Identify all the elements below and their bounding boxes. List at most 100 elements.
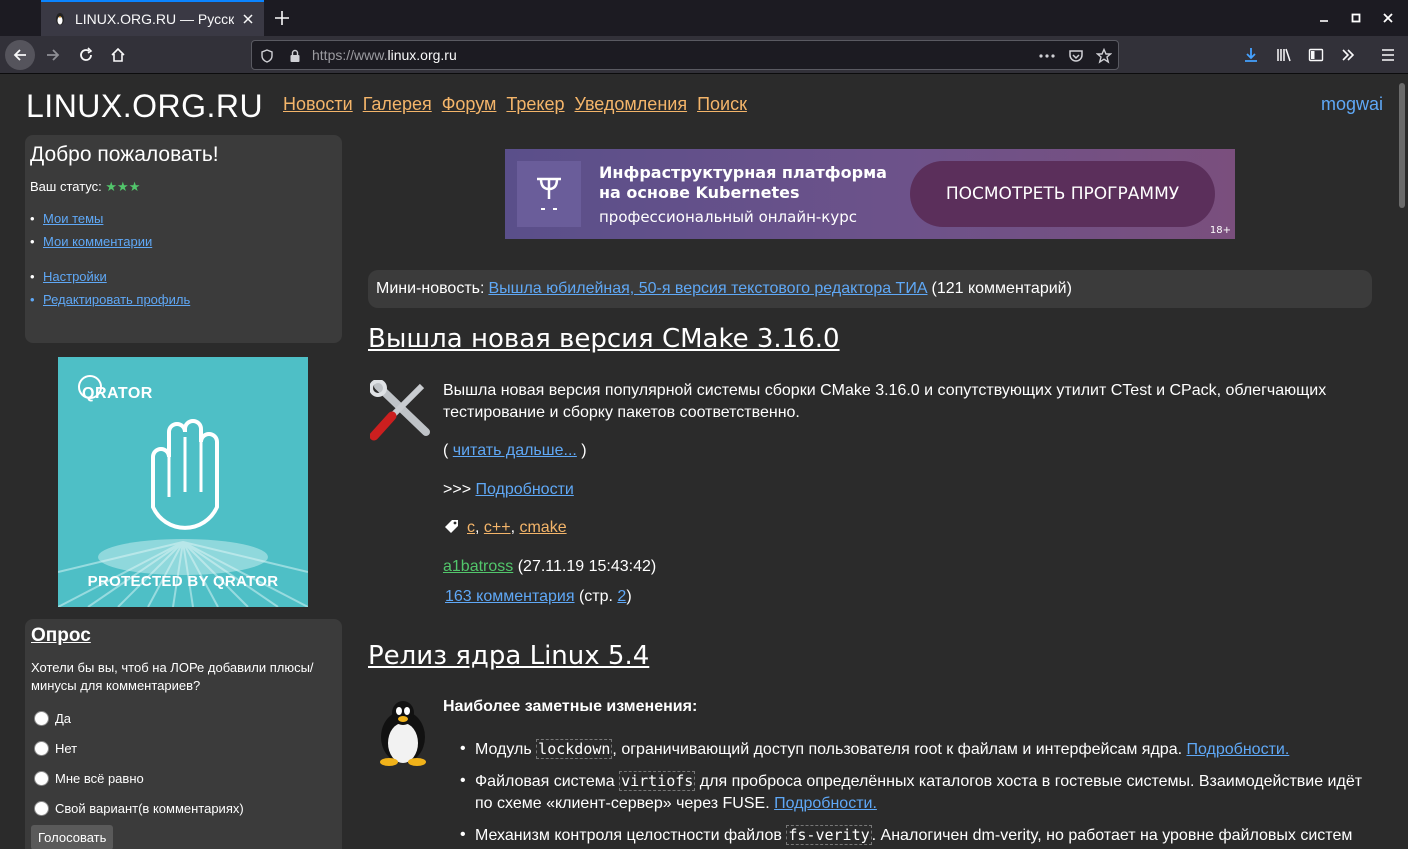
nav-link-gallery[interactable]: Галерея <box>363 94 432 115</box>
shield-icon[interactable] <box>258 47 276 65</box>
url-bar[interactable]: https://www.linux.org.ru <box>251 40 1119 70</box>
mini-news-label: Мини-новость: <box>376 280 485 297</box>
vote-button[interactable]: Голосовать <box>31 825 114 849</box>
browser-nav-bar: https://www.linux.org.ru <box>0 36 1408 74</box>
mini-news-bar: Мини-новость: Вышла юбилейная, 50-я верс… <box>368 270 1372 308</box>
my-comments-link[interactable]: Мои комментарии <box>43 234 152 249</box>
poll-option[interactable]: Свой вариант(в комментариях) <box>31 793 336 823</box>
poll-option[interactable]: Да <box>31 703 336 733</box>
qrator-ad-banner[interactable]: QRATOR PROTECTED BY QRATOR <box>58 357 308 607</box>
tag-icon <box>445 520 458 533</box>
bookmark-star-icon[interactable] <box>1095 47 1113 65</box>
tux-favicon-icon <box>56 13 64 25</box>
pocket-icon[interactable] <box>1067 47 1085 65</box>
minimize-icon[interactable] <box>1316 10 1332 26</box>
article-title[interactable]: Релиз ядра Linux 5.4 <box>368 641 649 671</box>
page-scrollbar[interactable] <box>1396 75 1408 849</box>
tag-link[interactable]: cmake <box>519 519 566 536</box>
article-summary: Вышла новая версия популярной системы сб… <box>443 382 1327 421</box>
forward-arrow-icon[interactable] <box>38 40 68 70</box>
banner-subtitle: профессиональный онлайн-курс <box>599 208 858 226</box>
comments-link[interactable]: 163 комментария <box>445 588 575 605</box>
web-page: LINUX.ORG.RU Новости Галерея Форум Треке… <box>0 75 1396 849</box>
qrator-brand: QRATOR <box>82 385 153 402</box>
user-profile-link[interactable]: mogwai <box>1321 94 1383 115</box>
radio-button[interactable] <box>34 770 49 786</box>
course-logo-icon <box>517 161 581 227</box>
maximize-icon[interactable] <box>1348 10 1364 26</box>
list-item: Файловая система virtiofs для проброса о… <box>443 770 1373 815</box>
course-ad-banner[interactable]: Инфраструктурная платформа на основе Kub… <box>505 149 1235 239</box>
poll-panel: Опрос Хотели бы вы, чтоб на ЛОРе добавил… <box>25 619 342 849</box>
details-line: >>> Подробности <box>443 481 574 498</box>
overflow-chevrons-icon[interactable] <box>1333 40 1363 70</box>
read-more: ( читать дальше... ) <box>443 442 587 459</box>
radio-button[interactable] <box>34 740 49 756</box>
poll-title[interactable]: Опрос <box>31 625 336 647</box>
qrator-footer: PROTECTED BY QRATOR <box>87 573 279 590</box>
page-actions-dots-icon[interactable] <box>1038 47 1056 65</box>
my-topics-link[interactable]: Мои темы <box>43 211 103 226</box>
home-icon[interactable] <box>103 40 133 70</box>
new-tab-plus-icon[interactable] <box>270 6 294 30</box>
welcome-title: Добро пожаловать! <box>30 143 219 166</box>
site-logo[interactable]: LINUX.ORG.RU <box>26 88 263 125</box>
nav-link-search[interactable]: Поиск <box>697 94 747 115</box>
poll-question: Хотели бы вы, чтоб на ЛОРе добавили плюс… <box>31 660 314 693</box>
nav-link-news[interactable]: Новости <box>283 94 353 115</box>
details-link[interactable]: Подробности. <box>774 795 877 812</box>
age-rating-badge: 18+ <box>1209 225 1231 236</box>
mini-news-link[interactable]: Вышла юбилейная, 50-я версия текстового … <box>488 280 927 298</box>
changes-list: Модуль lockdown, ограничивающий доступ п… <box>443 738 1373 849</box>
library-icon[interactable] <box>1269 40 1299 70</box>
close-window-icon[interactable] <box>1380 10 1396 26</box>
tag-link[interactable]: c <box>467 519 475 536</box>
code-snippet: lockdown <box>536 739 613 759</box>
settings-link[interactable]: Настройки <box>43 269 107 284</box>
url-text: https://www.linux.org.ru <box>312 47 457 63</box>
close-tab-icon[interactable] <box>240 11 256 27</box>
download-icon[interactable] <box>1236 40 1266 70</box>
changes-heading: Наиболее заметные изменения: <box>443 698 698 715</box>
poll-option[interactable]: Нет <box>31 733 336 763</box>
details-link[interactable]: Подробности. <box>1187 741 1290 758</box>
sidebar-toggle-icon[interactable] <box>1301 40 1331 70</box>
browser-tab[interactable]: LINUX.ORG.RU — Русская информация об ОС … <box>41 0 264 36</box>
post-date: (27.11.19 15:43:42) <box>517 558 657 575</box>
code-snippet: fs-verity <box>786 825 872 845</box>
list-item: Мои комментарии <box>30 234 337 249</box>
code-snippet: virtiofs <box>619 771 696 791</box>
reload-icon[interactable] <box>71 40 101 70</box>
user-links: Мои темы Мои комментарии <box>30 211 337 249</box>
lock-icon[interactable] <box>286 47 304 65</box>
welcome-panel: Добро пожаловать! Ваш статус: ★★★ Мои те… <box>25 135 342 343</box>
poll-option[interactable]: Мне всё равно <box>31 763 336 793</box>
scrollbar-thumb[interactable] <box>1399 83 1405 208</box>
author-link[interactable]: a1batross <box>443 558 513 575</box>
tux-penguin-icon <box>380 701 426 766</box>
details-link[interactable]: Подробности <box>475 481 573 498</box>
article-title[interactable]: Вышла новая версия CMake 3.16.0 <box>368 324 840 354</box>
hamburger-menu-icon[interactable] <box>1373 40 1403 70</box>
radio-button[interactable] <box>34 800 49 816</box>
settings-links: Настройки Редактировать профиль <box>30 269 337 307</box>
list-item: Редактировать профиль <box>30 292 337 307</box>
nav-link-forum[interactable]: Форум <box>442 94 497 115</box>
user-status: Ваш статус: ★★★ <box>30 179 141 194</box>
list-item: Механизм контроля целостности файлов fs-… <box>443 824 1373 847</box>
banner-title: Инфраструктурная платформа на основе Kub… <box>599 163 887 202</box>
tab-title: LINUX.ORG.RU — Русская информация об ОС … <box>75 11 234 27</box>
nav-link-tracker[interactable]: Трекер <box>506 94 564 115</box>
radio-button[interactable] <box>34 710 49 726</box>
page-link[interactable]: 2 <box>617 588 626 605</box>
comments-line: 163 комментария (стр. 2) <box>445 588 632 605</box>
tag-link[interactable]: c++ <box>484 519 511 536</box>
author-line: a1batross (27.11.19 15:43:42) <box>443 556 656 578</box>
list-item: Модуль lockdown, ограничивающий доступ п… <box>443 738 1373 761</box>
tags-line: c, c++, cmake <box>443 517 567 539</box>
nav-link-notifications[interactable]: Уведомления <box>575 94 688 115</box>
edit-profile-link[interactable]: Редактировать профиль <box>43 292 190 307</box>
back-arrow-icon[interactable] <box>5 40 35 70</box>
read-more-link[interactable]: читать дальше... <box>453 442 577 459</box>
view-program-button[interactable]: ПОСМОТРЕТЬ ПРОГРАММУ <box>910 161 1215 227</box>
